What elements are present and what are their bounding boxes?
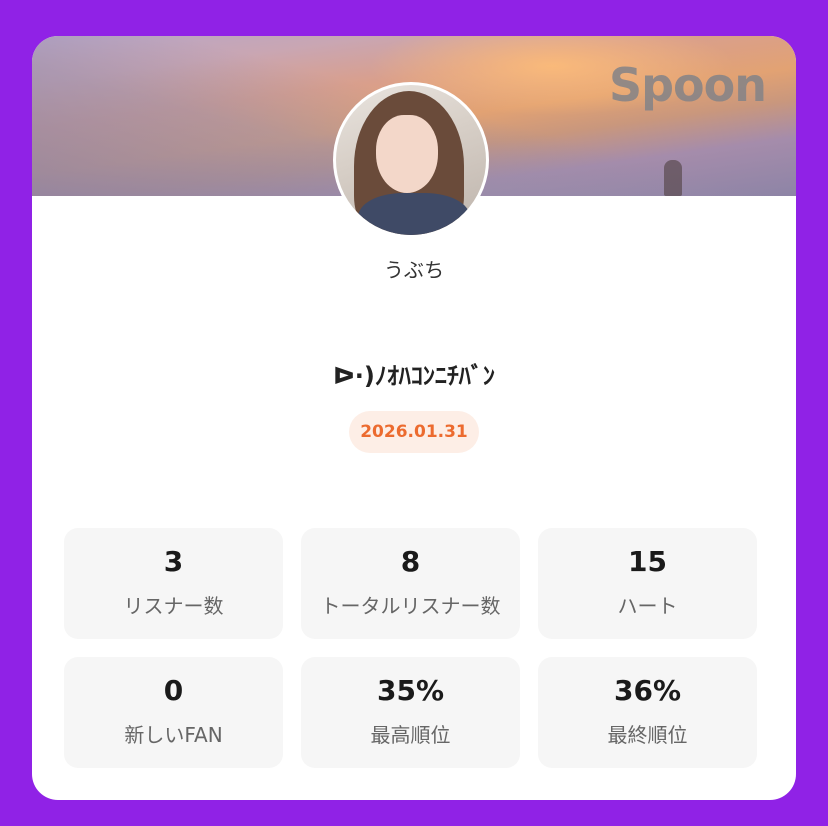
stats-grid: 3 リスナー数 8 トータルリスナー数 15 ハート 0 新しいFAN 35% … [64,528,758,768]
stat-total-listeners: 8 トータルリスナー数 [301,528,520,639]
stat-value: 35% [376,674,445,707]
stat-label: 最高順位 [370,723,451,747]
spoon-logo: Spoon [608,58,767,112]
stat-label: 最終順位 [607,723,688,747]
stat-value: 8 [400,545,421,578]
stat-label: トータルリスナー数 [320,594,501,618]
stat-label: 新しいFAN [124,723,223,747]
stat-value: 36% [613,674,682,707]
stat-hearts: 15 ハート [538,528,757,639]
stat-listeners: 3 リスナー数 [64,528,283,639]
stat-value: 15 [628,545,667,578]
avatar[interactable] [333,82,489,238]
username: うぶち [383,258,445,282]
stat-value: 3 [163,545,184,578]
stat-label: リスナー数 [123,594,224,618]
broadcast-title: ᐅ·)ﾉｵﾊｺﾝﾆﾁﾊﾞﾝ [333,362,495,390]
stat-highest-rank: 35% 最高順位 [301,657,520,768]
avatar-face [376,115,438,193]
stats-card: Spoon うぶち ᐅ·)ﾉｵﾊｺﾝﾆﾁﾊﾞﾝ 2026.01.31 3 リスナ… [32,36,796,800]
date-badge: 2026.01.31 [349,411,479,453]
stat-final-rank: 36% 最終順位 [538,657,757,768]
stat-label: ハート [617,594,678,618]
stat-value: 0 [163,674,184,707]
avatar-body [358,193,470,235]
stat-new-fans: 0 新しいFAN [64,657,283,768]
